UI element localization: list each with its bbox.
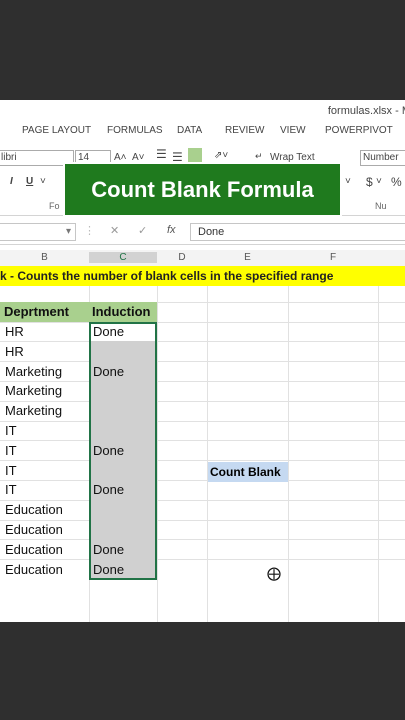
- department-cell[interactable]: HR: [5, 322, 24, 342]
- align-top-icon[interactable]: ☰: [156, 147, 167, 161]
- department-cell[interactable]: IT: [5, 441, 17, 461]
- count-blank-label[interactable]: Count Blank: [208, 462, 288, 482]
- cancel-icon[interactable]: ✕: [110, 224, 119, 237]
- name-box[interactable]: ▾: [0, 223, 76, 241]
- formula-bar-divider-icon: ⋮: [84, 225, 95, 237]
- merge-dropdown-icon[interactable]: ˅: [345, 176, 351, 187]
- department-cell[interactable]: Education: [5, 500, 63, 520]
- column-headers: B C D E F: [0, 250, 405, 267]
- number-group-label: Nu: [375, 201, 387, 211]
- column-header-d[interactable]: D: [157, 252, 207, 263]
- department-cell[interactable]: HR: [5, 342, 24, 362]
- gridline: [288, 266, 289, 622]
- induction-cell[interactable]: Done: [93, 441, 124, 461]
- tab-view[interactable]: VIEW: [280, 125, 306, 136]
- header-induction[interactable]: Induction: [89, 302, 157, 322]
- column-header-c[interactable]: C: [89, 252, 157, 263]
- gridline: [0, 480, 405, 481]
- column-header-f[interactable]: F: [288, 252, 378, 263]
- font-group-label: Fo: [49, 201, 60, 211]
- induction-cell[interactable]: Done: [93, 322, 124, 342]
- tab-review[interactable]: REVIEW: [225, 125, 264, 136]
- name-box-dropdown-icon[interactable]: ▾: [66, 226, 71, 237]
- align-bottom-icon[interactable]: [188, 148, 202, 162]
- tab-page-layout[interactable]: PAGE LAYOUT: [22, 125, 91, 136]
- italic-button[interactable]: I: [10, 176, 13, 187]
- gridline: [207, 266, 208, 622]
- title-bar: formulas.xlsx - M: [0, 100, 405, 122]
- number-format-select[interactable]: Number: [360, 150, 405, 166]
- percent-button[interactable]: %: [391, 175, 402, 189]
- induction-cell[interactable]: Done: [93, 540, 124, 560]
- column-header-e[interactable]: E: [207, 252, 288, 263]
- orientation-icon[interactable]: ⇗˅: [214, 150, 228, 161]
- department-cell[interactable]: IT: [5, 461, 17, 481]
- font-name-value: libri: [1, 152, 17, 163]
- enter-icon[interactable]: ✓: [138, 224, 147, 237]
- gridline: [0, 460, 405, 461]
- excel-window: formulas.xlsx - M PAGE LAYOUT FORMULAS D…: [0, 100, 405, 622]
- mouse-cursor-icon: ⨁: [267, 565, 281, 581]
- department-cell[interactable]: Marketing: [5, 362, 62, 382]
- wrap-text-icon: ↵: [255, 151, 263, 161]
- department-cell[interactable]: Education: [5, 540, 63, 560]
- gridline: [157, 266, 158, 622]
- worksheet-grid[interactable]: k - Counts the number of blank cells in …: [0, 266, 405, 622]
- column-header-b[interactable]: B: [0, 252, 89, 263]
- currency-dropdown-icon[interactable]: ˅: [376, 176, 382, 187]
- gridline: [0, 440, 405, 441]
- insert-function-icon[interactable]: fx: [167, 224, 176, 236]
- department-cell[interactable]: Education: [5, 560, 63, 580]
- underline-button[interactable]: U: [26, 176, 33, 187]
- induction-cell[interactable]: Done: [93, 560, 124, 580]
- tab-data[interactable]: DATA: [177, 125, 202, 136]
- header-department[interactable]: Deprtment: [0, 302, 89, 322]
- title-banner: Count Blank Formula: [63, 162, 342, 217]
- induction-cell[interactable]: Done: [93, 362, 124, 382]
- formula-bar: ▾ ⋮ ✕ ✓ fx Done: [0, 220, 405, 245]
- gridline: [378, 266, 379, 622]
- department-cell[interactable]: Marketing: [5, 381, 62, 401]
- department-cell[interactable]: IT: [5, 480, 17, 500]
- gridline: [0, 322, 405, 323]
- department-cell[interactable]: Education: [5, 520, 63, 540]
- tab-formulas[interactable]: FORMULAS: [107, 125, 163, 136]
- underline-dropdown-icon[interactable]: ˅: [40, 176, 46, 187]
- description-row: k - Counts the number of blank cells in …: [0, 266, 405, 286]
- gridline: [0, 421, 405, 422]
- tab-powerpivot[interactable]: POWERPIVOT: [325, 125, 393, 136]
- gridline: [0, 341, 405, 342]
- window-title: formulas.xlsx - M: [327, 105, 405, 117]
- department-cell[interactable]: IT: [5, 421, 17, 441]
- number-format-value: Number: [363, 152, 399, 163]
- formula-input[interactable]: Done: [190, 223, 405, 241]
- department-cell[interactable]: Marketing: [5, 401, 62, 421]
- ribbon-tabs: PAGE LAYOUT FORMULAS DATA REVIEW VIEW PO…: [0, 122, 405, 142]
- induction-cell[interactable]: Done: [93, 480, 124, 500]
- currency-button[interactable]: $: [366, 175, 373, 189]
